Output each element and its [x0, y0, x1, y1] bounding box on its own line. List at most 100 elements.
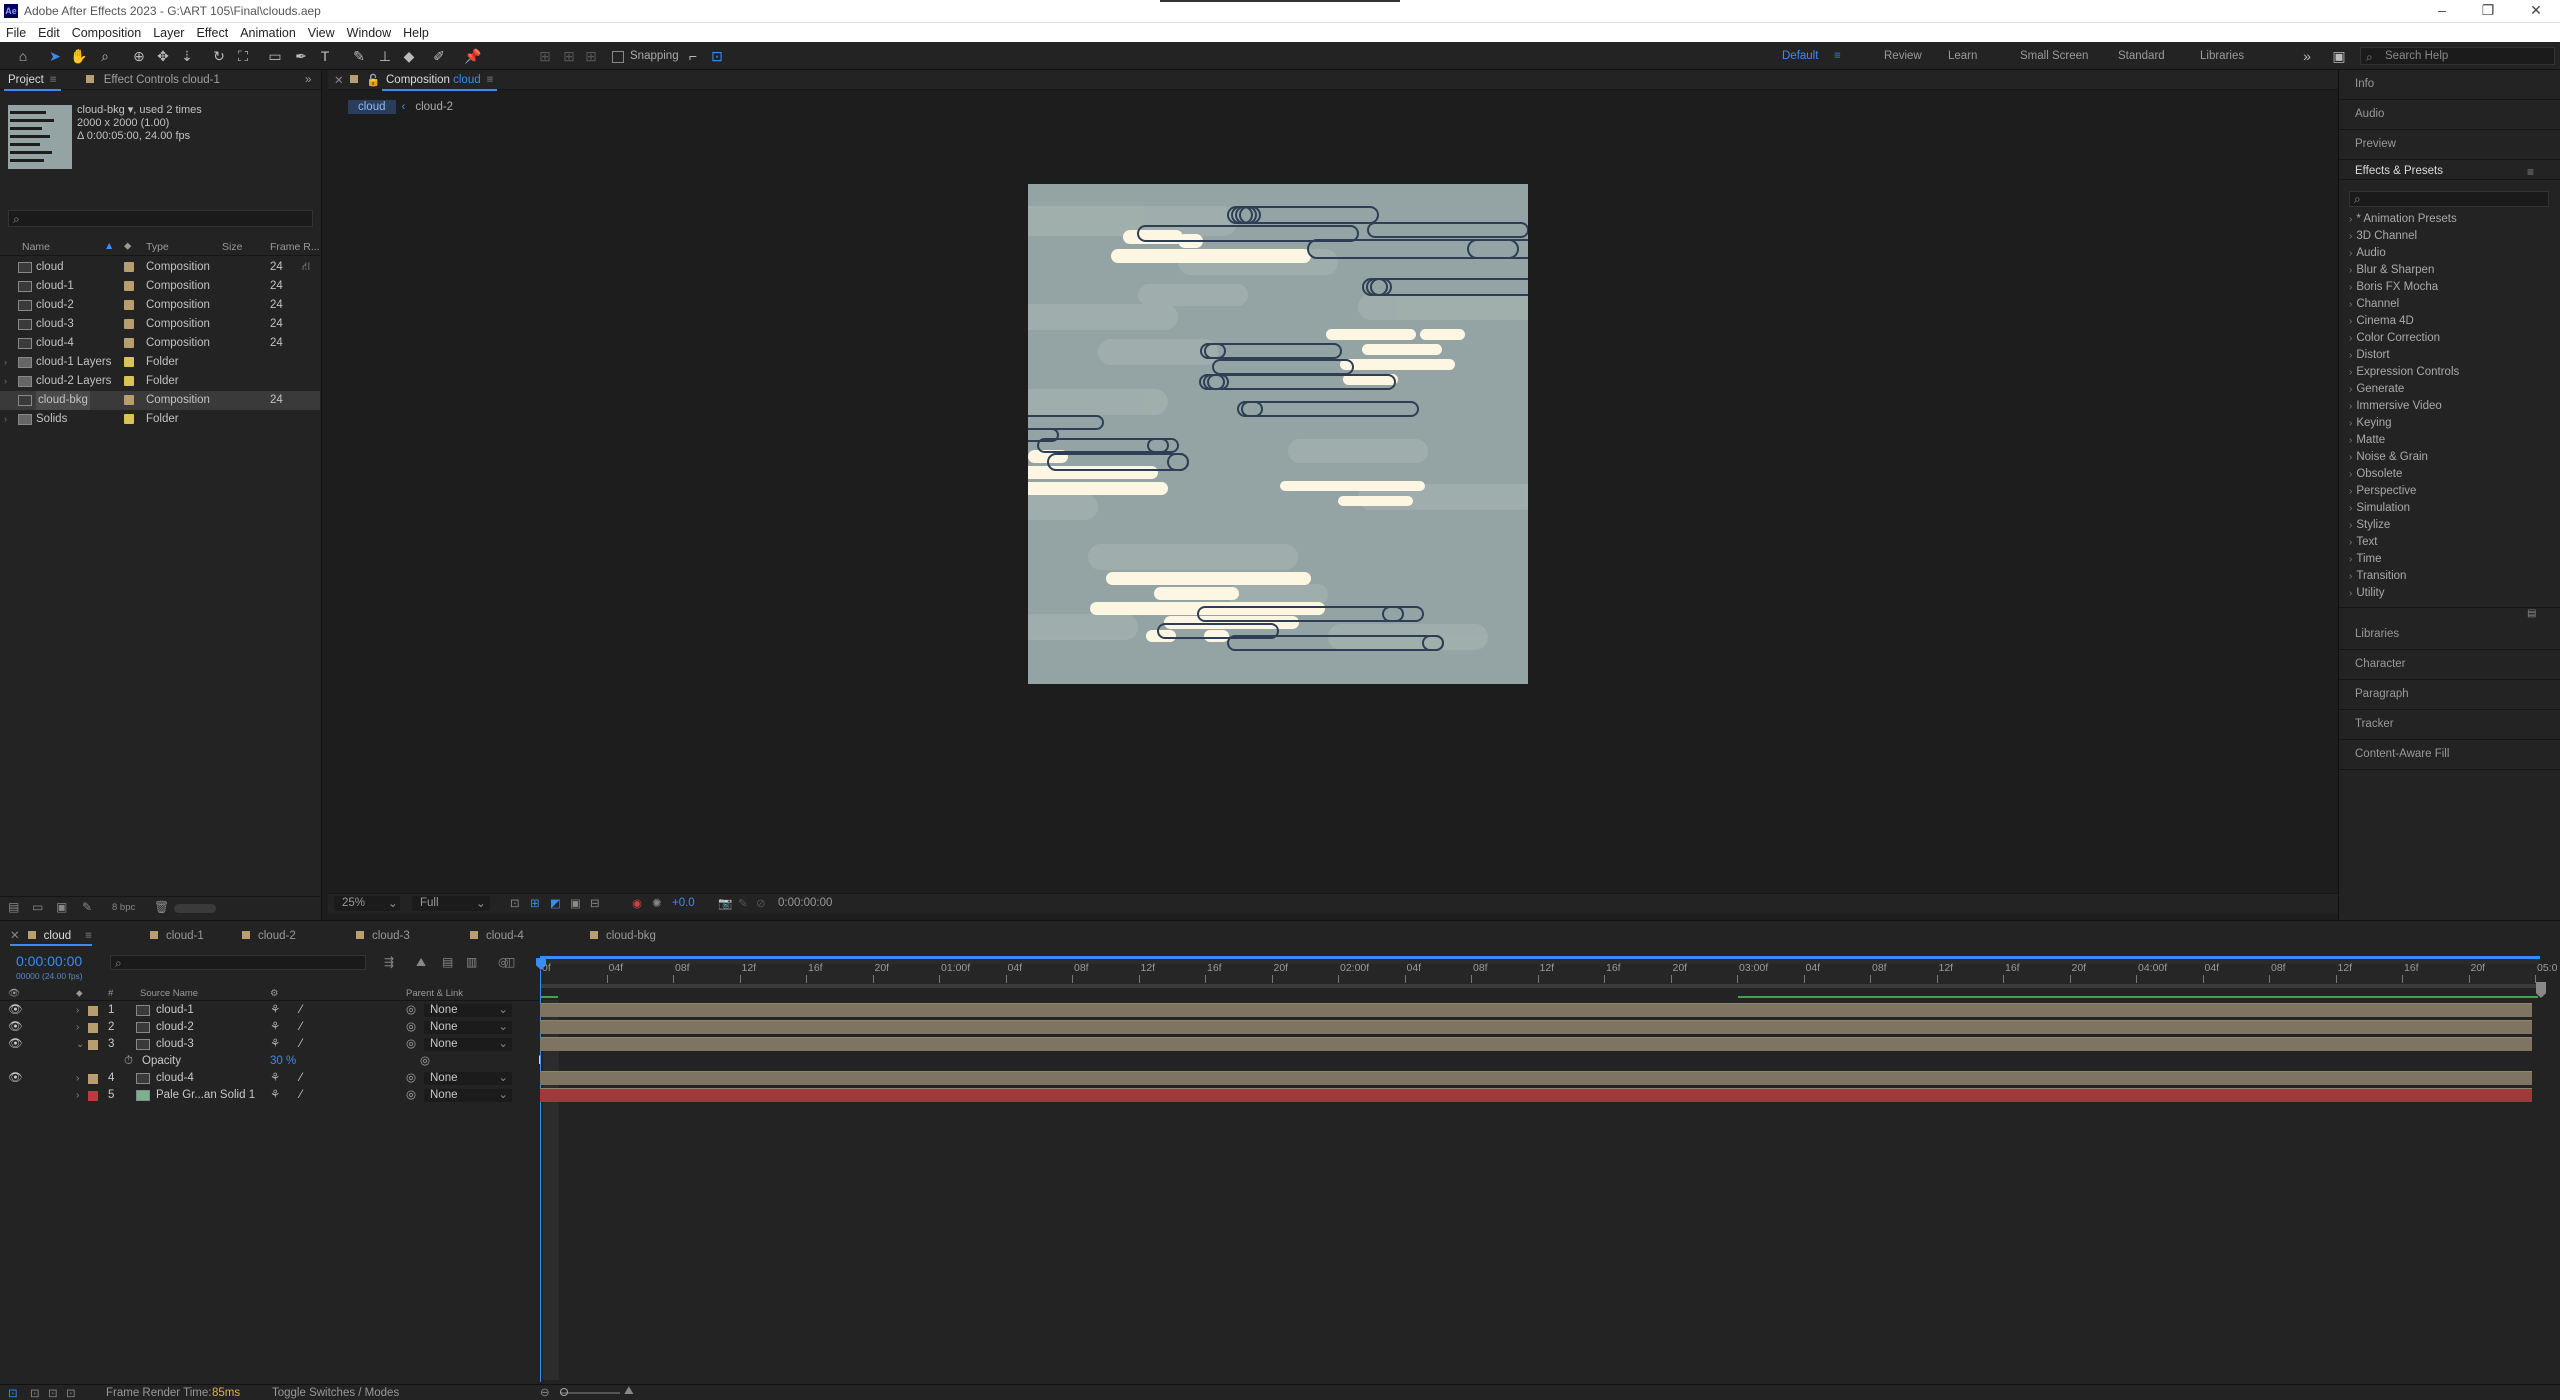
resolution-dropdown[interactable]: Full ⌄ [412, 896, 490, 911]
panel-layout-icon[interactable]: ▣ [2330, 47, 2348, 65]
label-color-swatch[interactable] [124, 281, 134, 291]
quality-switch-icon[interactable]: ⁄ [300, 1019, 302, 1036]
layer-label-swatch[interactable] [88, 1091, 98, 1101]
layer-label-swatch[interactable] [88, 1074, 98, 1084]
effect-category[interactable]: › 3D Channel [2349, 228, 2417, 245]
rectangle-tool-icon[interactable]: ▭ [266, 47, 284, 65]
stopwatch-icon[interactable]: ⏱ [124, 1053, 133, 1070]
label-color-swatch[interactable] [124, 357, 134, 367]
effect-category[interactable]: › Generate [2349, 381, 2404, 398]
effect-category[interactable]: › Matte [2349, 432, 2385, 449]
collapse-transform-icon[interactable]: ⚘ [270, 1087, 280, 1104]
effect-category[interactable]: › Simulation [2349, 500, 2410, 517]
layer-name[interactable]: cloud-4 [156, 1070, 194, 1087]
effect-category[interactable]: › Channel [2349, 296, 2399, 313]
timeline-search-input[interactable]: ⌕ [110, 955, 366, 970]
quality-switch-icon[interactable]: ⁄ [300, 1087, 302, 1104]
layer-duration-bar[interactable] [540, 1003, 2532, 1017]
composition-canvas[interactable] [998, 184, 1558, 684]
zoom-tool-icon[interactable]: ⌕ [96, 47, 114, 65]
tab-effect-controls[interactable]: Effect Controls cloud-1 [78, 70, 228, 90]
project-item[interactable]: cloud-4 Composition 24 [0, 334, 320, 353]
eye-icon[interactable]: 👁 [8, 1070, 23, 1087]
adjust-settings-icon[interactable]: ✎ [82, 900, 92, 914]
label-color-swatch[interactable] [124, 262, 134, 272]
chevron-right-icon[interactable]: › [76, 1087, 79, 1104]
frame-render-icon[interactable]: ⊡ [66, 1386, 76, 1400]
world-axis-icon[interactable]: ⊞ [560, 47, 578, 65]
transparency-grid-icon[interactable]: ⊞ [530, 896, 540, 910]
project-search-input[interactable]: ⌕ [8, 210, 313, 227]
menu-composition[interactable]: Composition [66, 23, 147, 43]
effect-category[interactable]: › Audio [2349, 245, 2386, 262]
panel-preview[interactable]: Preview [2339, 130, 2560, 160]
effects-search-input[interactable]: ⌕ [2349, 191, 2549, 207]
layer-name[interactable]: cloud-1 [156, 1002, 194, 1019]
chevron-right-icon[interactable]: › [76, 1070, 79, 1087]
layer-label-swatch[interactable] [88, 1023, 98, 1033]
interpret-footage-icon[interactable]: ▤ [8, 900, 19, 914]
effect-category[interactable]: › * Animation Presets [2349, 211, 2457, 228]
layer-duration-bar[interactable] [540, 1088, 2532, 1102]
effect-category[interactable]: › Perspective [2349, 483, 2416, 500]
breadcrumb-cloud[interactable]: cloud [348, 100, 396, 114]
pick-whip-icon[interactable]: ◎ [406, 1087, 416, 1104]
workspace-libraries[interactable]: Libraries [2200, 50, 2244, 62]
project-item[interactable]: › cloud-1 Layers Folder [0, 353, 320, 372]
panel-content-aware-fill[interactable]: Content-Aware Fill [2339, 740, 2560, 770]
label-color-swatch[interactable] [124, 300, 134, 310]
stretch-icon[interactable]: ⊡ [48, 1386, 58, 1400]
show-snapshot-icon[interactable]: ✎ [738, 896, 748, 910]
pick-whip-icon[interactable]: ◎ [406, 1070, 416, 1087]
project-item[interactable]: cloud-bkg Composition 24 [0, 391, 320, 410]
opacity-value[interactable]: 30 % [270, 1053, 296, 1070]
col-name[interactable]: Name [22, 241, 50, 253]
in-out-icon[interactable]: ⊡ [30, 1386, 40, 1400]
zoom-in-icon[interactable]: ⛰ [624, 1385, 634, 1398]
draft-3d-icon[interactable]: ⛰ [416, 955, 426, 970]
project-item[interactable]: cloud-2 Composition 24 [0, 296, 320, 315]
effects-presets-title[interactable]: Effects & Presets [2355, 165, 2443, 177]
local-axis-icon[interactable]: ⊞ [536, 47, 554, 65]
chevron-right-icon[interactable]: › [76, 1002, 79, 1019]
current-time[interactable]: 0:00:00:00 [16, 953, 82, 969]
quality-switch-icon[interactable]: ⁄ [300, 1070, 302, 1087]
layer-label-swatch[interactable] [88, 1006, 98, 1016]
close-tab-icon[interactable]: ✕ [10, 930, 20, 942]
rotate-tool-icon[interactable]: ↻ [210, 47, 228, 65]
color-channel-icon[interactable]: ◉ [632, 896, 642, 910]
render-icon[interactable]: ⊡ [8, 1386, 18, 1400]
eye-icon[interactable]: 👁 [8, 1019, 23, 1036]
close-tab-icon[interactable]: ✕ [334, 73, 344, 87]
project-item[interactable]: cloud Composition 24 ⛙ [0, 258, 320, 277]
parent-dropdown[interactable]: None ⌄ [424, 1004, 512, 1017]
eraser-icon[interactable]: ◆ [400, 47, 418, 65]
layer-row[interactable]: › 5 Pale Gr...an Solid 1 ⚘ ⁄ ◎ None ⌄ [0, 1087, 535, 1104]
parent-dropdown[interactable]: None ⌄ [424, 1021, 512, 1034]
graph-editor-icon[interactable]: ◫ [504, 955, 515, 969]
effect-category[interactable]: › Expression Controls [2349, 364, 2459, 381]
thumbnail-size-slider[interactable] [174, 904, 216, 913]
collapse-transform-icon[interactable]: ⚘ [270, 1019, 280, 1036]
label-color-swatch[interactable] [124, 338, 134, 348]
project-item[interactable]: › Solids Folder [0, 410, 320, 429]
menu-help[interactable]: Help [397, 23, 435, 43]
label-color-swatch[interactable] [124, 319, 134, 329]
tab-project[interactable]: Project ≡ [0, 70, 65, 91]
menu-effect[interactable]: Effect [190, 23, 234, 43]
snap-edges-icon[interactable]: ⌐ [684, 47, 702, 65]
effect-category[interactable]: › Time [2349, 551, 2381, 568]
timeline-tab-cloud-2[interactable]: cloud-2 [242, 926, 296, 946]
layer-duration-bar[interactable] [540, 1020, 2532, 1034]
layer-row[interactable]: 👁 › 2 cloud-2 ⚘ ⁄ ◎ None ⌄ [0, 1019, 535, 1036]
snapshot-icon[interactable]: 📷 [718, 896, 732, 910]
type-tool-icon[interactable]: T [316, 47, 334, 65]
layer-name[interactable]: Pale Gr...an Solid 1 [156, 1087, 255, 1104]
exposure-value[interactable]: +0.0 [672, 897, 695, 909]
comp-mini-flowchart-icon[interactable]: ⇶ [384, 955, 394, 969]
quality-switch-icon[interactable]: ⁄ [300, 1036, 302, 1053]
expression-pick-whip-icon[interactable]: ◎ [420, 1053, 430, 1070]
viewer-timecode[interactable]: 0:00:00:00 [778, 897, 832, 909]
workspace-learn[interactable]: Learn [1948, 50, 1977, 62]
pick-whip-icon[interactable]: ◎ [406, 1036, 416, 1053]
